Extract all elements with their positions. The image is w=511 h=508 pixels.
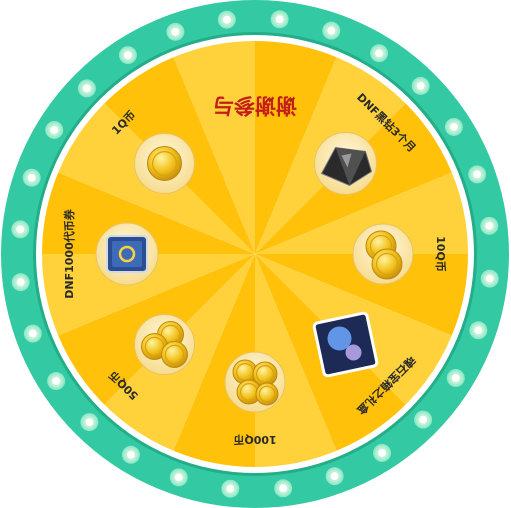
ring-light — [77, 79, 96, 98]
prize-label: 谢谢参与 — [213, 94, 297, 119]
ring-light — [45, 120, 64, 139]
coin-stack-icon — [352, 223, 414, 285]
ring-light — [411, 76, 430, 95]
ring-light — [118, 46, 137, 65]
ring-light — [373, 443, 392, 462]
ring-light — [11, 273, 30, 292]
ring-light — [370, 44, 389, 63]
ring-light — [22, 168, 41, 187]
ring-light — [221, 479, 240, 498]
ring-light — [166, 22, 185, 41]
ring-light — [169, 468, 188, 487]
ring-light — [469, 321, 488, 340]
prize-label: 100Q币 — [233, 433, 276, 446]
ring-light — [274, 479, 293, 498]
ring-light — [446, 369, 465, 388]
ring-light — [325, 467, 344, 486]
ring-light — [414, 410, 433, 429]
ring-light — [480, 269, 499, 288]
ring-light — [47, 372, 66, 391]
ring-light — [322, 21, 341, 40]
ring-light — [23, 324, 42, 343]
ring-light — [444, 117, 463, 136]
ring-light — [270, 10, 289, 29]
token-voucher-icon — [95, 222, 159, 286]
ring-light — [480, 216, 499, 235]
prize-wheel[interactable]: 谢谢参与 DNF黑钻3个月10Q币魂石宝箱之礼盒100Q币50Q币DNF1000代… — [0, 0, 511, 508]
coin-icon — [133, 132, 195, 194]
prize-label: DNF1000代币券 — [62, 208, 76, 298]
soulstone-box-icon — [312, 311, 379, 378]
ring-light — [121, 445, 140, 464]
ring-light — [468, 165, 487, 184]
ring-light — [80, 413, 99, 432]
ring-light — [217, 10, 236, 29]
coin-stack-icon — [133, 314, 195, 376]
coin-pile-icon — [224, 351, 286, 413]
black-diamond-icon — [314, 131, 378, 195]
ring-light — [11, 220, 30, 239]
prize-label: 10Q币 — [434, 236, 447, 272]
